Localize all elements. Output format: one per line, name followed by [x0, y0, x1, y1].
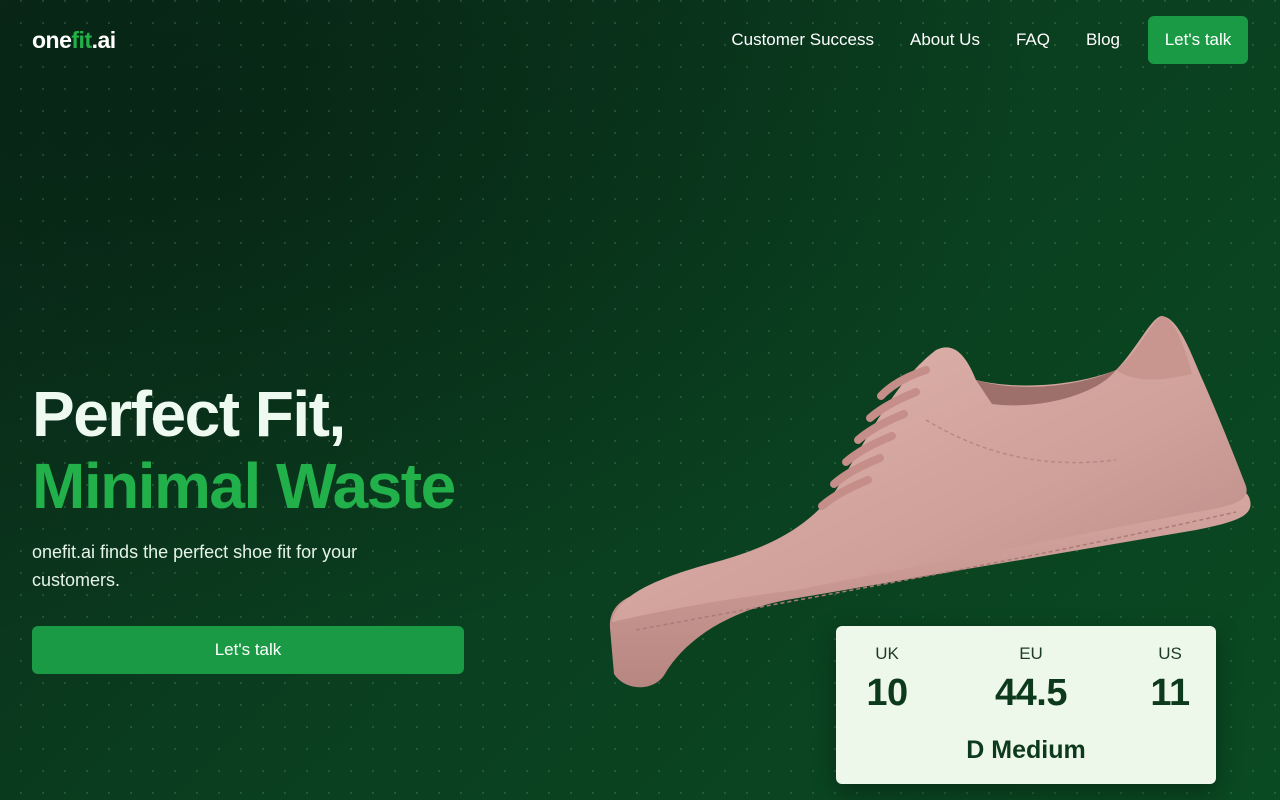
size-us: US 11: [1130, 644, 1210, 715]
size-uk-value: 10: [866, 672, 908, 714]
hero-title-line-2: Minimal Waste: [32, 450, 456, 522]
size-us-label: US: [1158, 644, 1182, 663]
main-nav: Customer Success About Us FAQ Blog Let's…: [731, 16, 1248, 64]
size-us-value: 11: [1150, 672, 1190, 714]
hero-title-line-1: Perfect Fit,: [32, 378, 346, 450]
shoe-width-label: D Medium: [966, 736, 1086, 764]
top-navigation-bar: one fit .ai Customer Success About Us FA…: [0, 0, 1280, 80]
hero-subtitle: onefit.ai finds the perfect shoe fit for…: [32, 542, 358, 590]
hero-section: Perfect Fit, Minimal Waste onefit.ai fin…: [32, 378, 472, 674]
header-lets-talk-button[interactable]: Let's talk: [1148, 16, 1248, 64]
hero-lets-talk-button[interactable]: Let's talk: [32, 626, 464, 674]
size-eu-label: EU: [1019, 644, 1043, 663]
size-uk: UK 10: [847, 644, 927, 715]
hero-title: Perfect Fit, Minimal Waste: [32, 378, 472, 522]
size-uk-label: UK: [875, 644, 899, 663]
brand-logo[interactable]: one fit .ai: [32, 27, 116, 54]
logo-part-fit: fit: [71, 26, 92, 53]
nav-link-customer-success[interactable]: Customer Success: [731, 30, 874, 50]
logo-part-ai: .ai: [91, 26, 117, 53]
size-eu-value: 44.5: [995, 672, 1067, 714]
size-recommendation-card: UK 10 EU 44.5 US 11 D Medium: [836, 626, 1216, 784]
logo-part-one: one: [32, 26, 72, 53]
nav-link-faq[interactable]: FAQ: [1016, 30, 1050, 50]
nav-link-about-us[interactable]: About Us: [910, 30, 980, 50]
size-eu: EU 44.5: [990, 644, 1072, 715]
nav-link-blog[interactable]: Blog: [1086, 30, 1120, 50]
